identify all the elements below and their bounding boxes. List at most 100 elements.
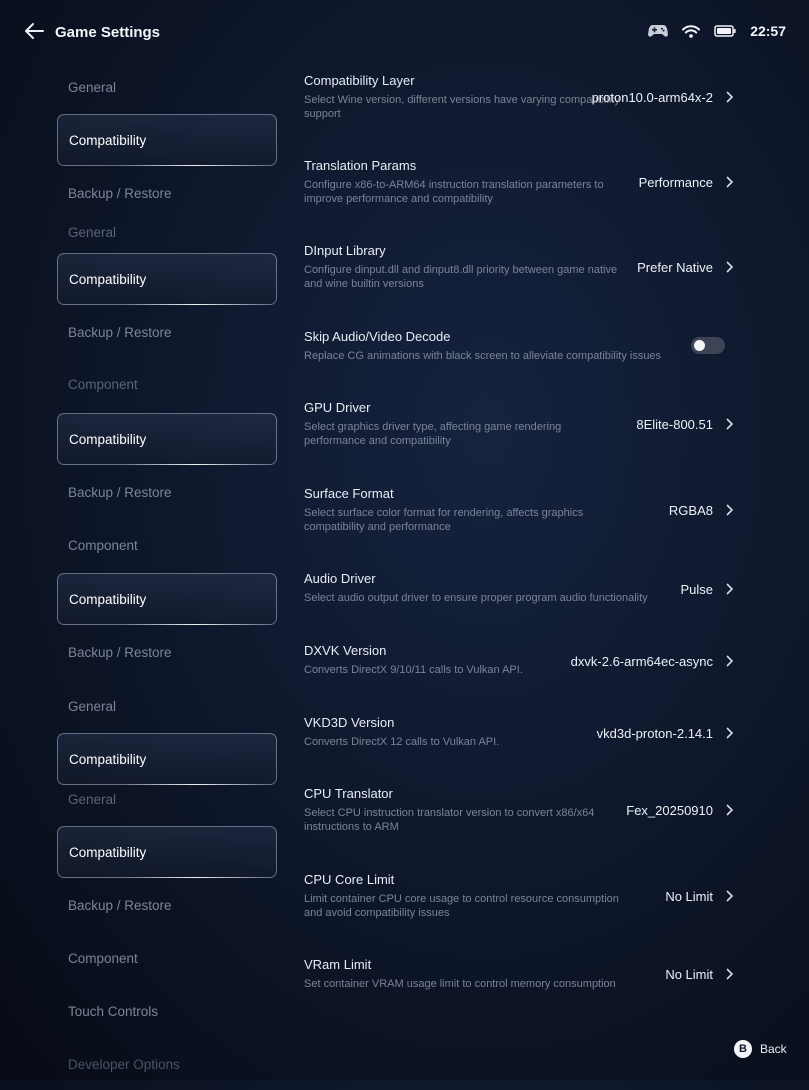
setting-description: Select Wine version, different versions … — [304, 94, 620, 120]
clock: 22:57 — [750, 23, 786, 39]
toggle-knob — [694, 340, 705, 351]
setting-title: Skip Audio/Video Decode — [304, 329, 451, 344]
setting-value: Pulse — [680, 582, 713, 597]
wifi-icon — [682, 24, 701, 38]
setting-value: Performance — [638, 175, 713, 190]
sidebar-item-compatibility[interactable]: Compatibility — [57, 114, 277, 166]
setting-compatibility-layer[interactable]: Compatibility Layer Select Wine version,… — [304, 73, 744, 121]
sidebar-item-label: General — [68, 225, 117, 240]
chevron-right-icon — [726, 504, 734, 516]
chevron-right-icon — [726, 655, 734, 667]
chevron-right-icon — [726, 727, 734, 739]
sidebar-item-touch-controls[interactable]: Touch Controls — [57, 985, 277, 1037]
setting-value: 8Elite-800.51 — [636, 417, 713, 432]
setting-description: Select CPU instruction translator versio… — [304, 807, 595, 833]
chevron-right-icon — [726, 890, 734, 902]
sidebar-item-component[interactable]: Component — [57, 519, 277, 571]
sidebar-item-label: Component — [68, 950, 138, 966]
sidebar-item-label: General — [68, 698, 117, 714]
sidebar-item-label: Touch Controls — [68, 1003, 159, 1019]
setting-description: Select audio output driver to ensure pro… — [304, 592, 648, 604]
chevron-right-icon — [726, 91, 734, 103]
top-bar: Game Settings 22:57 — [0, 0, 809, 64]
sidebar-item-component[interactable]: Component — [57, 932, 277, 984]
sidebar-item-backup-restore[interactable]: Backup / Restore — [57, 466, 277, 518]
sidebar-item-general[interactable]: General — [57, 680, 277, 732]
sidebar-item-component[interactable]: Component — [57, 377, 277, 397]
chevron-right-icon — [726, 418, 734, 430]
setting-value: No Limit — [665, 889, 713, 904]
setting-value: RGBA8 — [668, 503, 713, 518]
setting-cpu-translator[interactable]: CPU Translator Select CPU instruction tr… — [304, 786, 744, 834]
setting-description: Select graphics driver type, affecting g… — [304, 421, 562, 447]
sidebar-item-developer-options[interactable]: Developer Options — [57, 1038, 277, 1090]
setting-title: Compatibility Layer — [304, 73, 415, 88]
sidebar-item-label: Compatibility — [69, 132, 147, 148]
sidebar-item-label: Backup / Restore — [68, 897, 172, 913]
sidebar-item-label: General — [68, 79, 117, 95]
setting-description: Configure x86-to-ARM64 instruction trans… — [304, 179, 604, 205]
chevron-right-icon — [726, 968, 734, 980]
sidebar-item-compatibility[interactable]: Compatibility — [57, 573, 277, 625]
setting-description: Converts DirectX 12 calls to Vulkan API. — [304, 736, 500, 748]
sidebar-item-label: Component — [68, 537, 138, 553]
setting-title: CPU Core Limit — [304, 872, 395, 887]
page-title: Game Settings — [55, 24, 161, 41]
sidebar-item-general[interactable]: General — [57, 792, 277, 812]
sidebar-item-label: Backup / Restore — [68, 185, 172, 201]
setting-description: Replace CG animations with black screen … — [304, 350, 662, 362]
setting-title: CPU Translator — [304, 786, 393, 801]
chevron-right-icon — [726, 804, 734, 816]
setting-description: Select surface color format for renderin… — [304, 507, 584, 533]
chevron-right-icon — [726, 261, 734, 273]
setting-dxvk-version[interactable]: DXVK Version Converts DirectX 9/10/11 ca… — [304, 643, 744, 678]
chevron-right-icon — [726, 176, 734, 188]
setting-cpu-core-limit[interactable]: CPU Core Limit Limit container CPU core … — [304, 872, 744, 920]
setting-vram-limit[interactable]: VRam Limit Set container VRAM usage limi… — [304, 957, 744, 992]
setting-audio-driver[interactable]: Audio Driver Select audio output driver … — [304, 571, 744, 606]
sidebar-item-backup-restore[interactable]: Backup / Restore — [57, 626, 277, 678]
setting-gpu-driver[interactable]: GPU Driver Select graphics driver type, … — [304, 400, 744, 448]
b-button-icon: B — [734, 1040, 752, 1058]
sidebar-item-label: Compatibility — [69, 844, 147, 860]
setting-title: Audio Driver — [304, 571, 376, 586]
battery-icon — [714, 25, 736, 37]
sidebar-item-backup-restore[interactable]: Backup / Restore — [57, 167, 277, 219]
back-button[interactable]: B Back — [734, 1040, 787, 1058]
sidebar-item-compatibility[interactable]: Compatibility — [57, 413, 277, 465]
setting-translation-params[interactable]: Translation Params Configure x86-to-ARM6… — [304, 158, 744, 206]
setting-title: Translation Params — [304, 158, 417, 173]
skip-decode-toggle[interactable] — [691, 337, 725, 354]
sidebar-item-label: Developer Options — [68, 1056, 180, 1072]
setting-title: Surface Format — [304, 486, 394, 501]
gamepad-icon — [648, 25, 669, 37]
sidebar-item-label: Compatibility — [69, 751, 147, 767]
sidebar-item-label: Compatibility — [69, 271, 147, 287]
setting-surface-format[interactable]: Surface Format Select surface color form… — [304, 486, 744, 534]
sidebar-item-label: Backup / Restore — [68, 484, 172, 500]
setting-value: Fex_20250910 — [626, 803, 713, 818]
sidebar-item-backup-restore[interactable]: Backup / Restore — [57, 306, 277, 358]
setting-vkd3d-version[interactable]: VKD3D Version Converts DirectX 12 calls … — [304, 715, 744, 750]
setting-title: GPU Driver — [304, 400, 371, 415]
setting-value: No Limit — [665, 967, 713, 982]
setting-value: Prefer Native — [637, 260, 713, 275]
sidebar-item-general[interactable]: General — [57, 61, 277, 113]
sidebar-item-label: Backup / Restore — [68, 644, 172, 660]
sidebar-item-compatibility[interactable]: Compatibility — [57, 733, 277, 785]
sidebar-item-label: General — [68, 792, 117, 807]
setting-title: DInput Library — [304, 243, 386, 258]
setting-dinput-library[interactable]: DInput Library Configure dinput.dll and … — [304, 243, 744, 291]
setting-value: vkd3d-proton-2.14.1 — [596, 726, 713, 741]
sidebar-item-compatibility[interactable]: Compatibility — [57, 826, 277, 878]
setting-skip-audio-video-decode: Skip Audio/Video Decode Replace CG anima… — [304, 329, 744, 364]
back-label: Back — [760, 1042, 787, 1056]
sidebar-item-general[interactable]: General — [57, 225, 277, 245]
setting-description: Configure dinput.dll and dinput8.dll pri… — [304, 264, 618, 290]
sidebar-item-compatibility[interactable]: Compatibility — [57, 253, 277, 305]
sidebar-item-backup-restore[interactable]: Backup / Restore — [57, 879, 277, 931]
sidebar-item-label: Component — [68, 377, 138, 392]
chevron-right-icon — [726, 583, 734, 595]
setting-value: dxvk-2.6-arm64ec-async — [570, 654, 713, 669]
back-arrow-icon[interactable] — [24, 22, 44, 40]
